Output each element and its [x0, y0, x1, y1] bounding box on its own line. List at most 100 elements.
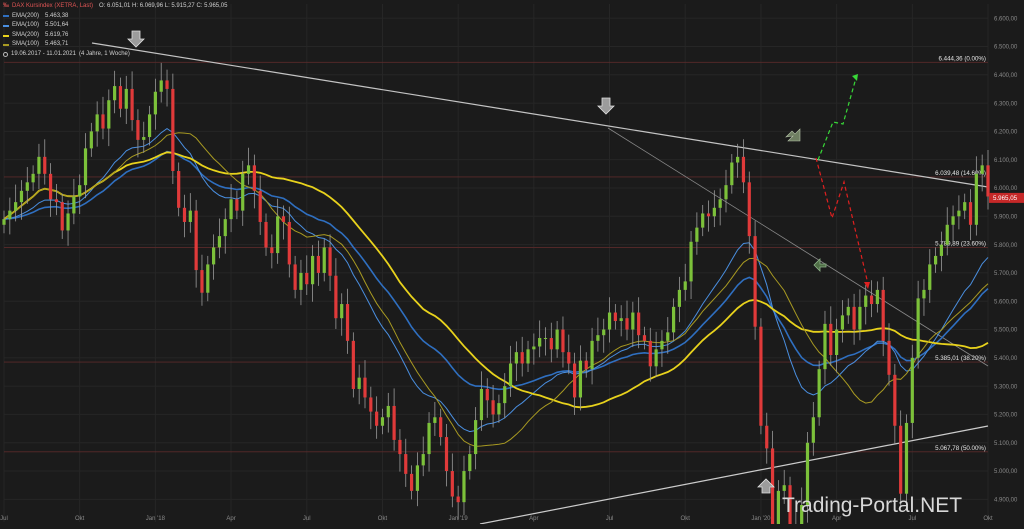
- candle-body: [380, 417, 385, 426]
- candle-body: [2, 219, 6, 225]
- candle-body: [986, 165, 990, 197]
- candle-body: [200, 270, 204, 293]
- candle-body: [951, 216, 955, 225]
- candle-body: [555, 329, 559, 350]
- candle-body: [724, 185, 728, 200]
- candle-body: [124, 88, 128, 109]
- candle-body: [479, 388, 484, 421]
- dax-weekly-chart[interactable]: 6.444,36 (0.00%) 6.039,48 (14.60%) 5.789,8…: [0, 0, 1024, 529]
- candle-body: [835, 329, 839, 355]
- candle-body: [701, 213, 705, 228]
- candle-body: [968, 202, 973, 225]
- y-tick-label: 5.800,00: [994, 243, 1018, 249]
- candle-body: [223, 219, 227, 237]
- candle-body: [258, 190, 262, 222]
- candle-body: [730, 162, 734, 186]
- candle-body: [264, 221, 268, 248]
- x-tick-label: Jul: [303, 516, 311, 522]
- candle-body: [334, 275, 338, 319]
- candle-body: [567, 352, 571, 364]
- candle-body: [625, 318, 629, 330]
- candle-body: [875, 289, 879, 305]
- last-price-label: 5.965,05: [993, 195, 1018, 202]
- candle-body: [613, 312, 617, 322]
- candle-body: [928, 264, 932, 290]
- candle-body: [43, 156, 47, 174]
- y-tick-label: 6.100,00: [994, 158, 1018, 164]
- candle-body: [596, 335, 600, 341]
- candle-body: [829, 323, 833, 355]
- candle-body: [590, 340, 594, 370]
- candle-body: [637, 312, 641, 336]
- candle-body: [439, 417, 443, 438]
- y-tick-label: 5.900,00: [994, 214, 1018, 220]
- candle-body: [887, 340, 891, 375]
- candle-body: [14, 202, 18, 211]
- candle-body: [852, 306, 856, 330]
- candle-body: [939, 244, 944, 256]
- candle-body: [241, 173, 245, 211]
- candle-body: [37, 156, 41, 174]
- candle-body: [578, 360, 583, 398]
- candle-body: [503, 386, 507, 404]
- y-tick-label: 6.000,00: [994, 186, 1018, 192]
- fib-level-label: 6.444,36 (0.00%): [939, 55, 986, 62]
- candle-body: [753, 236, 757, 327]
- candle-body: [159, 80, 163, 92]
- candle-body: [252, 165, 256, 191]
- candle-body: [107, 100, 111, 129]
- candle-body: [328, 247, 332, 276]
- candle-body: [83, 148, 88, 186]
- candle-body: [607, 312, 612, 330]
- candle-body: [468, 454, 472, 472]
- candle-body: [136, 120, 140, 140]
- candle-body: [392, 405, 396, 440]
- candle-body: [695, 227, 699, 242]
- candle-body: [48, 173, 53, 200]
- candle-body: [194, 210, 198, 271]
- candle-body: [689, 241, 693, 282]
- candle-body: [526, 349, 530, 364]
- candle-body: [363, 377, 367, 398]
- y-tick-label: 5.000,00: [994, 469, 1018, 475]
- candle-body: [759, 326, 763, 426]
- candle-body: [904, 422, 909, 494]
- candle-body: [357, 377, 361, 389]
- candle-body: [671, 306, 676, 333]
- candle-body: [229, 199, 233, 220]
- candle-body: [421, 454, 425, 466]
- y-tick-label: 5.300,00: [994, 384, 1018, 390]
- candle-body: [375, 411, 379, 426]
- candle-body: [72, 196, 76, 214]
- fib-level-label: 6.039,48 (14.60%): [935, 170, 986, 177]
- candle-body: [491, 400, 495, 415]
- candle-up: [817, 360, 821, 426]
- candle-body: [660, 340, 664, 350]
- candle-body: [869, 295, 874, 305]
- candle-body: [182, 207, 187, 222]
- candle-body: [113, 86, 117, 101]
- y-tick-label: 6.200,00: [994, 130, 1018, 136]
- candle-body: [520, 352, 524, 364]
- candle-body: [846, 306, 850, 316]
- x-tick-label: Jul: [0, 516, 8, 522]
- candle-body: [654, 349, 658, 367]
- candle-body: [747, 182, 751, 237]
- candle-body: [974, 173, 978, 225]
- y-tick-label: 6.300,00: [994, 101, 1018, 107]
- candle-body: [963, 202, 967, 211]
- candle-body: [340, 304, 344, 319]
- candle-body: [177, 171, 181, 208]
- x-tick-label: Jan '20: [751, 516, 771, 522]
- candle-down: [171, 73, 175, 185]
- candle-body: [619, 318, 623, 322]
- y-tick-label: 6.400,00: [994, 73, 1018, 79]
- y-tick-label: 5.500,00: [994, 328, 1018, 334]
- candle-body: [147, 114, 152, 138]
- candle-body: [66, 213, 70, 231]
- candle-body: [811, 417, 815, 443]
- chart-canvas[interactable]: 6.444,36 (0.00%)6.039,48 (14.60%)5.789,8…: [0, 0, 1024, 529]
- candle-body: [858, 306, 862, 330]
- candle-body: [538, 338, 542, 347]
- x-tick-label: Okt: [983, 516, 993, 522]
